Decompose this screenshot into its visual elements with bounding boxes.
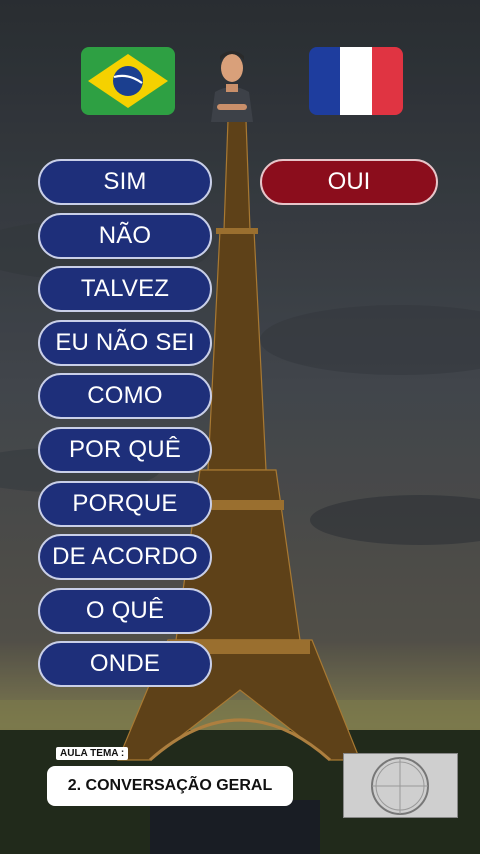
presenter-avatar	[205, 46, 259, 122]
word-de-acordo: DE ACORDO	[38, 534, 212, 581]
word-o-que: O QUÊ	[38, 587, 212, 634]
word-como: COMO	[38, 373, 212, 420]
word-eu-nao-sei: EU NÃO SEI	[38, 319, 212, 366]
word-sim: SIM	[38, 159, 212, 205]
portuguese-word-list: SIM NÃO TALVEZ EU NÃO SEI COMO POR QUÊ P…	[38, 159, 212, 695]
brazil-flag	[81, 47, 175, 115]
word-talvez: TALVEZ	[38, 266, 212, 313]
word-porque: PORQUE	[38, 480, 212, 527]
word-por-que: POR QUÊ	[38, 426, 212, 473]
word-onde: ONDE	[38, 641, 212, 688]
france-flag	[309, 47, 403, 115]
lesson-tag: AULA TEMA :	[56, 747, 129, 760]
french-translation: OUI	[260, 159, 438, 205]
word-nao: NÃO	[38, 212, 212, 259]
target-circle-icon	[371, 757, 429, 815]
video-thumbnail[interactable]	[343, 753, 458, 818]
lesson-title: 2. CONVERSAÇÃO GERAL	[47, 766, 293, 806]
